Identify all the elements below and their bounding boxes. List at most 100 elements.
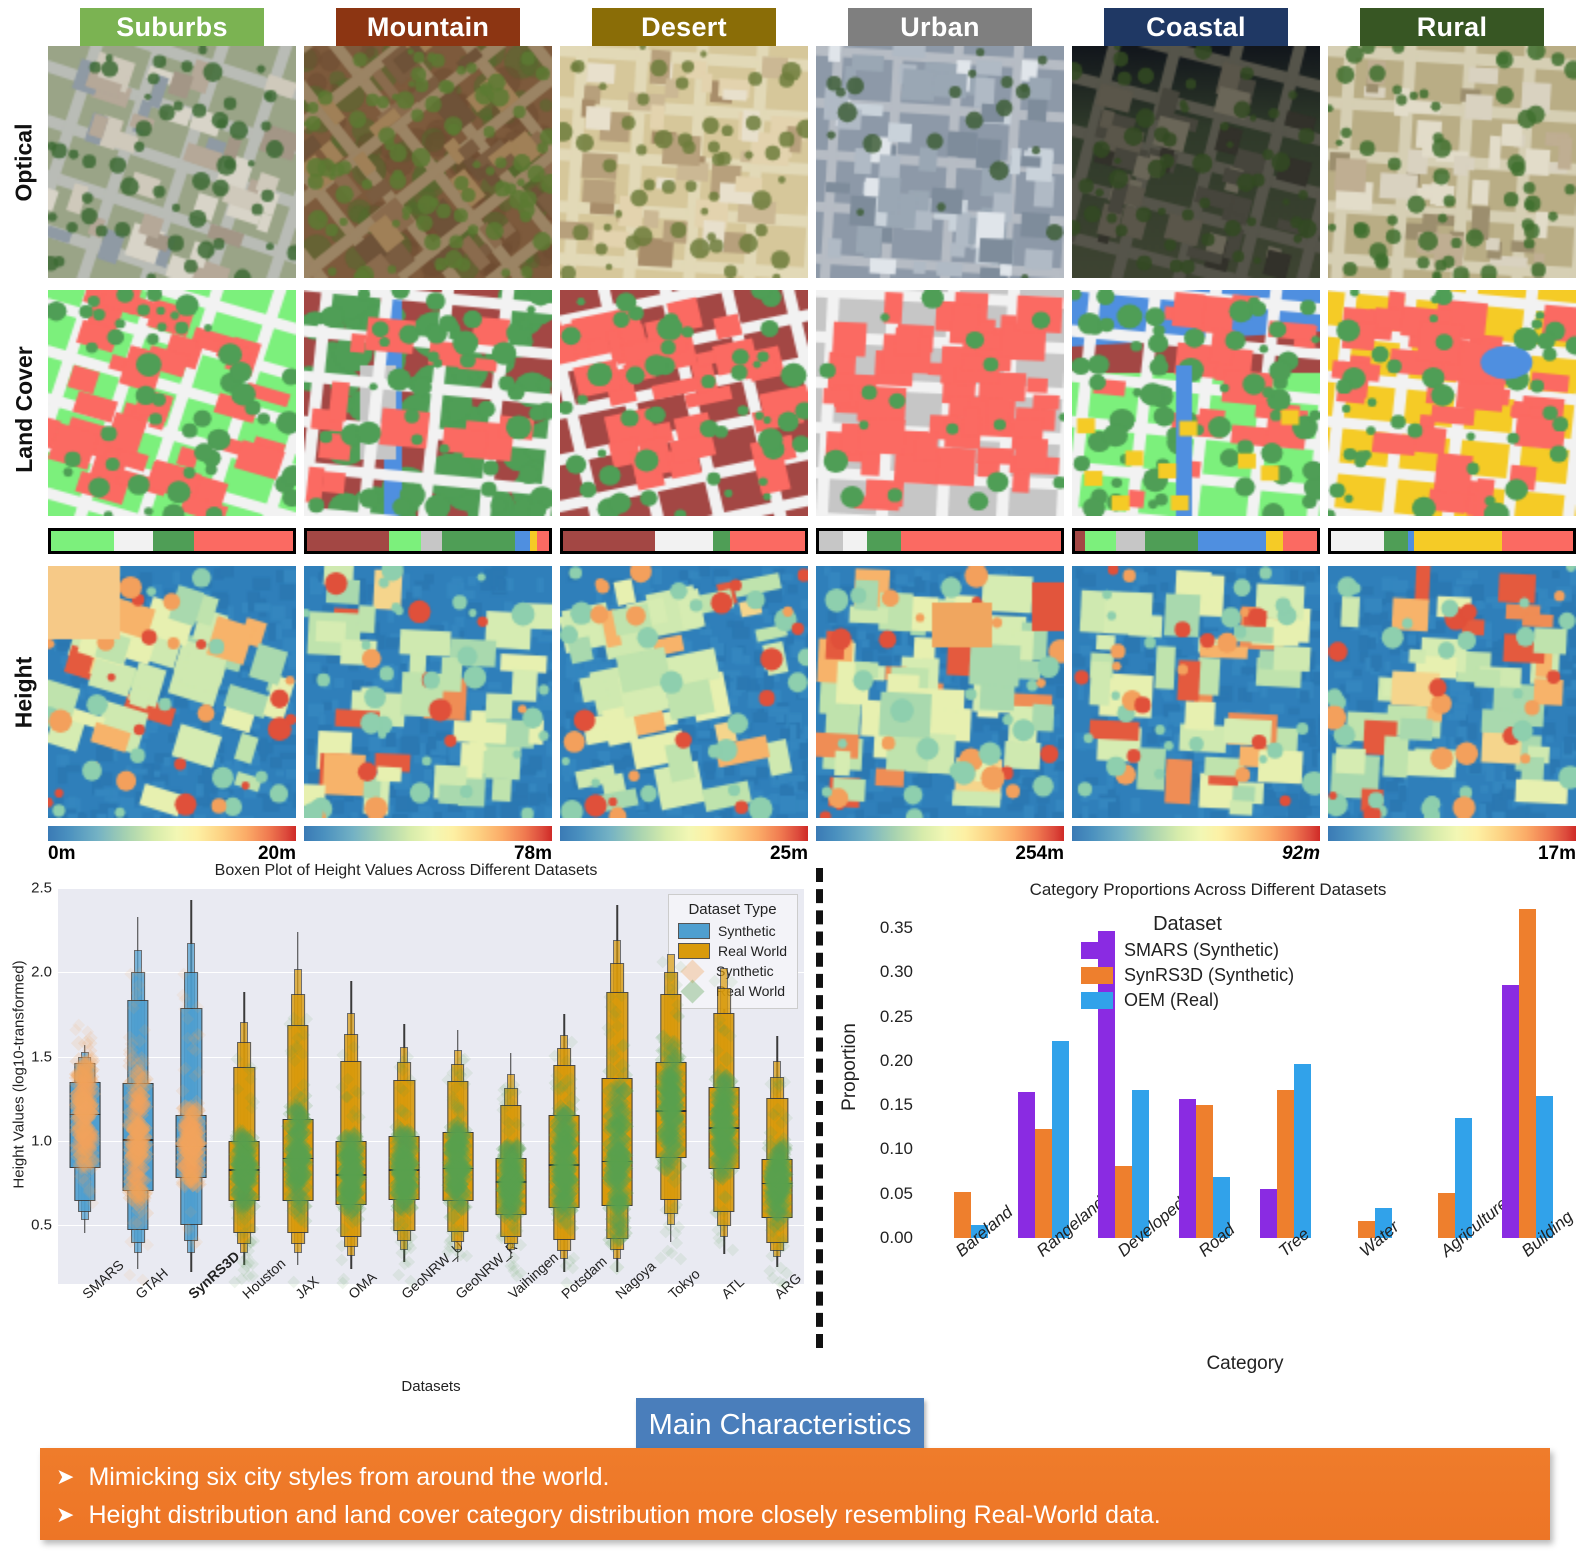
height-image-desert: [560, 566, 808, 818]
boxen-point: [334, 1253, 348, 1267]
boxen-swarm: [756, 888, 799, 1291]
boxen-swarm: [649, 888, 692, 1284]
boxen-group-arg: [751, 888, 804, 1291]
landcover-legend-desert: [560, 528, 808, 554]
boxen-swarm: [223, 888, 266, 1289]
boxen-point: [392, 1268, 406, 1282]
legend-swatch: [1081, 967, 1113, 984]
boxen-point: [615, 989, 629, 1003]
boxen-group-gtah: [111, 888, 164, 1287]
landcover-legend-mountain: [304, 528, 552, 554]
boxen-point: [124, 1235, 138, 1249]
height-colorbar-mountain: 78m: [304, 826, 552, 864]
boxen-swarm: [703, 888, 746, 1284]
bar-developed-2: [1132, 1090, 1150, 1238]
column-header-urban: Urban: [848, 8, 1032, 46]
boxen-point: [717, 1189, 733, 1204]
boxen-point: [336, 1048, 350, 1062]
bar-rangeland-1: [1034, 1129, 1052, 1238]
boxen-y-tick: 0.5: [31, 1216, 52, 1234]
column-header-mountain: Mountain: [336, 8, 520, 46]
landcover-legend-rural: [1328, 528, 1576, 554]
landcover-legend-urban: [816, 528, 1064, 554]
boxen-group-synrs3d: [165, 888, 218, 1284]
boxen-x-axis-label: Datasets: [401, 1378, 461, 1395]
height-colorbar-coastal: 92m: [1072, 826, 1320, 864]
boxen-point: [183, 1205, 197, 1218]
landcover-image-desert: [560, 290, 808, 516]
boxen-group-geonrw_u: [378, 888, 431, 1288]
optical-image-suburbs: [48, 46, 296, 278]
height-colorbar-urban: 254m: [816, 826, 1064, 864]
column-header-desert: Desert: [592, 8, 776, 46]
height-image-mountain: [304, 566, 552, 818]
characteristic-bullet-2: ➤ Height distribution and land cover cate…: [56, 1496, 1550, 1534]
boxen-group-atl: [697, 888, 750, 1284]
bar-y-axis-label: Proportion: [839, 1023, 860, 1111]
bar-group-water: [1326, 906, 1407, 1238]
optical-image-rural: [1328, 46, 1576, 278]
optical-image-desert: [560, 46, 808, 278]
boxen-plot-title: Boxen Plot of Height Values Across Diffe…: [214, 862, 598, 879]
boxen-y-tick: 1.0: [31, 1132, 52, 1150]
boxen-swarm: [383, 888, 426, 1288]
bar-x-axis-label: Category: [1206, 1353, 1284, 1374]
boxen-group-oma: [324, 888, 377, 1290]
bar-rangeland-2: [1051, 1040, 1069, 1238]
boxen-point: [673, 960, 687, 974]
boxen-group-jax: [271, 888, 324, 1289]
boxen-swarm: [543, 888, 586, 1290]
row-label-land-cover: Land Cover: [10, 345, 37, 473]
boxen-swarm: [596, 888, 639, 1284]
bar-building-0: [1502, 984, 1520, 1238]
boxen-point: [347, 1040, 361, 1054]
height-colorbar-desert: 25m: [560, 826, 808, 864]
boxen-point: [177, 967, 191, 981]
characteristic-text: Height distribution and land cover categ…: [88, 1501, 1161, 1529]
bar-y-tick: 0.20: [879, 1050, 913, 1070]
column-header-suburbs: Suburbs: [80, 8, 264, 46]
boxen-point: [397, 1085, 411, 1098]
boxen-swarm: [170, 888, 213, 1284]
legend-swatch: [1081, 942, 1113, 959]
bar-chart-title: Category Proportions Across Different Da…: [1029, 880, 1387, 899]
bar-y-tick: 0.15: [879, 1095, 913, 1115]
category-proportions-panel: Category Proportions Across Different Da…: [826, 858, 1590, 1388]
boxen-point: [231, 1082, 245, 1095]
landcover-image-mountain: [304, 290, 552, 516]
boxen-point: [514, 1238, 528, 1252]
bar-tree-0: [1259, 1189, 1277, 1238]
boxen-swarm: [490, 888, 533, 1284]
column-header-rural: Rural: [1360, 8, 1544, 46]
boxen-y-tick: 2.0: [31, 963, 52, 981]
boxen-group-potsdam: [538, 888, 591, 1290]
bar-rangeland-0: [1017, 1091, 1035, 1238]
boxen-point: [717, 1204, 731, 1218]
boxen-point: [175, 1084, 191, 1099]
bar-building-2: [1536, 1096, 1554, 1238]
height-image-coastal: [1072, 566, 1320, 818]
column-header-coastal: Coastal: [1104, 8, 1288, 46]
boxen-point: [180, 1013, 194, 1026]
panel-divider: [816, 868, 823, 1348]
bar-road-1: [1196, 1105, 1214, 1238]
landcover-legend-suburbs: [48, 528, 296, 554]
boxen-group-smars: [58, 888, 111, 1284]
bar-group-bareland: [922, 906, 1003, 1238]
boxen-point: [178, 993, 192, 1006]
boxen-point: [122, 1268, 136, 1282]
boxen-group-vaihingen: [484, 888, 537, 1284]
bar-legend-label: OEM (Real): [1124, 990, 1220, 1010]
boxen-point: [609, 1259, 625, 1275]
bar-y-tick: 0.00: [879, 1228, 913, 1247]
boxen-y-tick: 1.5: [31, 1048, 52, 1065]
landcover-image-rural: [1328, 290, 1576, 516]
bar-legend-label: SMARS (Synthetic): [1124, 940, 1280, 960]
boxen-swarm: [436, 888, 479, 1284]
bar-chart-legend: Dataset SMARS (Synthetic) SynRS3D (Synthe…: [1081, 913, 1294, 1013]
boxen-point: [230, 1052, 244, 1066]
bar-y-tick: 0.10: [879, 1139, 913, 1159]
bar-legend-title: Dataset: [1153, 913, 1222, 935]
bar-y-tick: 0.25: [879, 1006, 913, 1026]
landcover-image-coastal: [1072, 290, 1320, 516]
